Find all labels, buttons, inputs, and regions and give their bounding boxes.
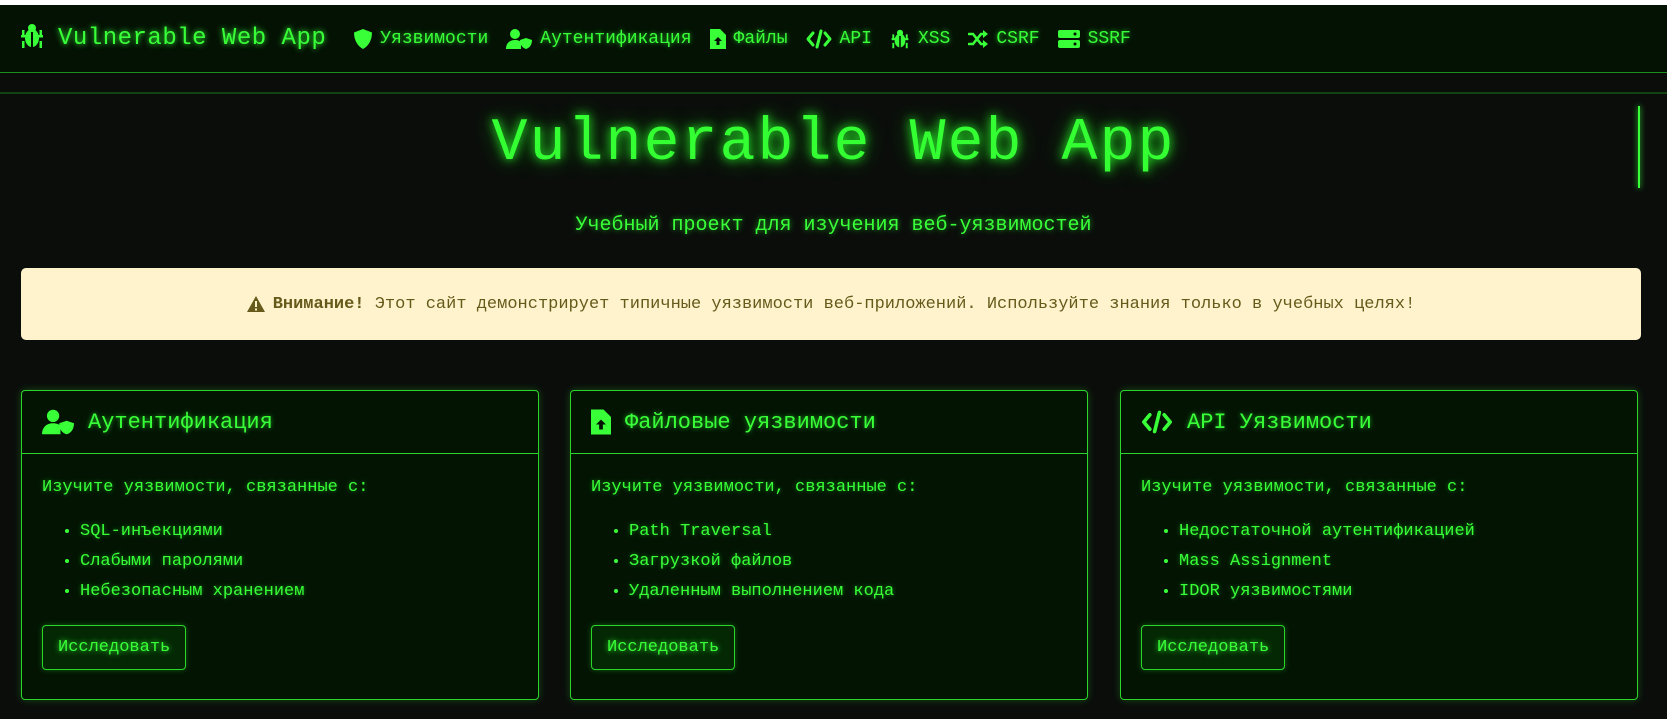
brand-label: Vulnerable Web App [58, 25, 327, 52]
card-list: SQL-инъекциями Слабыми паролями Небезопа… [42, 517, 518, 607]
list-item: Mass Assignment [1179, 547, 1617, 577]
code-icon [1141, 410, 1173, 434]
navbar: Vulnerable Web App Уязвимости Аутентифик… [0, 5, 1667, 73]
list-item: Недостаточной аутентификацией [1179, 517, 1617, 547]
nav-item-label: Аутентификация [540, 28, 692, 49]
nav-item-label: Файлы [733, 28, 788, 49]
user-shield-icon [506, 28, 533, 49]
card-header: API Уязвимости [1121, 391, 1637, 454]
card-header: Аутентификация [22, 391, 538, 454]
card-file-vulnerabilities: Файловые уязвимости Изучите уязвимости, … [570, 390, 1088, 700]
code-icon [806, 29, 832, 49]
warning-alert: Внимание! Этот сайт демонстрирует типичн… [21, 268, 1641, 340]
card-lead: Изучите уязвимости, связанные с: [591, 478, 918, 497]
bug-icon [20, 23, 44, 54]
shield-icon [354, 28, 373, 49]
nav-item-label: CSRF [996, 28, 1040, 49]
page-subtitle: Учебный проект для изучения веб-уязвимос… [575, 214, 1092, 237]
nav-item-csrf[interactable]: CSRF [968, 28, 1040, 49]
alert-strong: Внимание! [272, 294, 365, 314]
nav-item-xss[interactable]: XSS [890, 29, 950, 49]
list-item: IDOR уязвимостями [1179, 577, 1617, 607]
nav-item-files[interactable]: Файлы [709, 28, 788, 49]
card-body: Изучите уязвимости, связанные с: SQL-инъ… [22, 454, 538, 688]
card-lead: Изучите уязвимости, связанные с: [42, 478, 369, 497]
nav-item-label: Уязвимости [380, 28, 489, 49]
card-api-vulnerabilities: API Уязвимости Изучите уязвимости, связа… [1120, 390, 1638, 700]
card-title: Файловые уязвимости [625, 409, 876, 435]
list-item: Слабыми паролями [80, 547, 518, 577]
file-upload-icon [709, 28, 726, 49]
card-list: Path Traversal Загрузкой файлов Удаленны… [591, 517, 1067, 607]
list-item: Загрузкой файлов [629, 547, 1067, 577]
nav-item-label: XSS [917, 28, 951, 49]
card-list: Недостаточной аутентификацией Mass Assig… [1141, 517, 1617, 607]
card-authentication: Аутентификация Изучите уязвимости, связа… [21, 390, 539, 700]
nav-item-label: SSRF [1087, 28, 1131, 49]
user-shield-icon [42, 409, 74, 435]
nav-item-api[interactable]: API [806, 29, 872, 49]
nav-item-label: API [839, 28, 872, 49]
card-title: Аутентификация [88, 409, 273, 435]
navbar-divider [0, 92, 1667, 94]
card-body: Изучите уязвимости, связанные с: Path Tr… [571, 454, 1087, 688]
explore-button[interactable]: Исследовать [1141, 625, 1286, 670]
nav-item-authentication[interactable]: Аутентификация [506, 28, 692, 49]
list-item: Небезопасным хранением [80, 577, 518, 607]
list-item: SQL-инъекциями [80, 517, 518, 547]
card-body: Изучите уязвимости, связанные с: Недоста… [1121, 454, 1637, 688]
explore-button[interactable]: Исследовать [591, 625, 736, 670]
server-icon [1057, 29, 1080, 49]
list-item: Удаленным выполнением кода [629, 577, 1067, 607]
alert-text: Этот сайт демонстрирует типичные уязвимо… [364, 294, 1416, 314]
card-lead: Изучите уязвимости, связанные с: [1141, 478, 1468, 497]
navbar-brand[interactable]: Vulnerable Web App [20, 23, 326, 54]
card-title: API Уязвимости [1187, 409, 1372, 435]
file-upload-icon [591, 409, 611, 435]
random-icon [968, 29, 989, 48]
page-title: Vulnerable Web App [491, 110, 1176, 178]
explore-button[interactable]: Исследовать [42, 625, 187, 670]
bug-icon [890, 29, 910, 49]
list-item: Path Traversal [629, 517, 1067, 547]
nav-item-ssrf[interactable]: SSRF [1057, 28, 1131, 49]
nav-item-vulnerabilities[interactable]: Уязвимости [354, 28, 489, 49]
card-header: Файловые уязвимости [571, 391, 1087, 454]
warning-icon [246, 296, 265, 312]
